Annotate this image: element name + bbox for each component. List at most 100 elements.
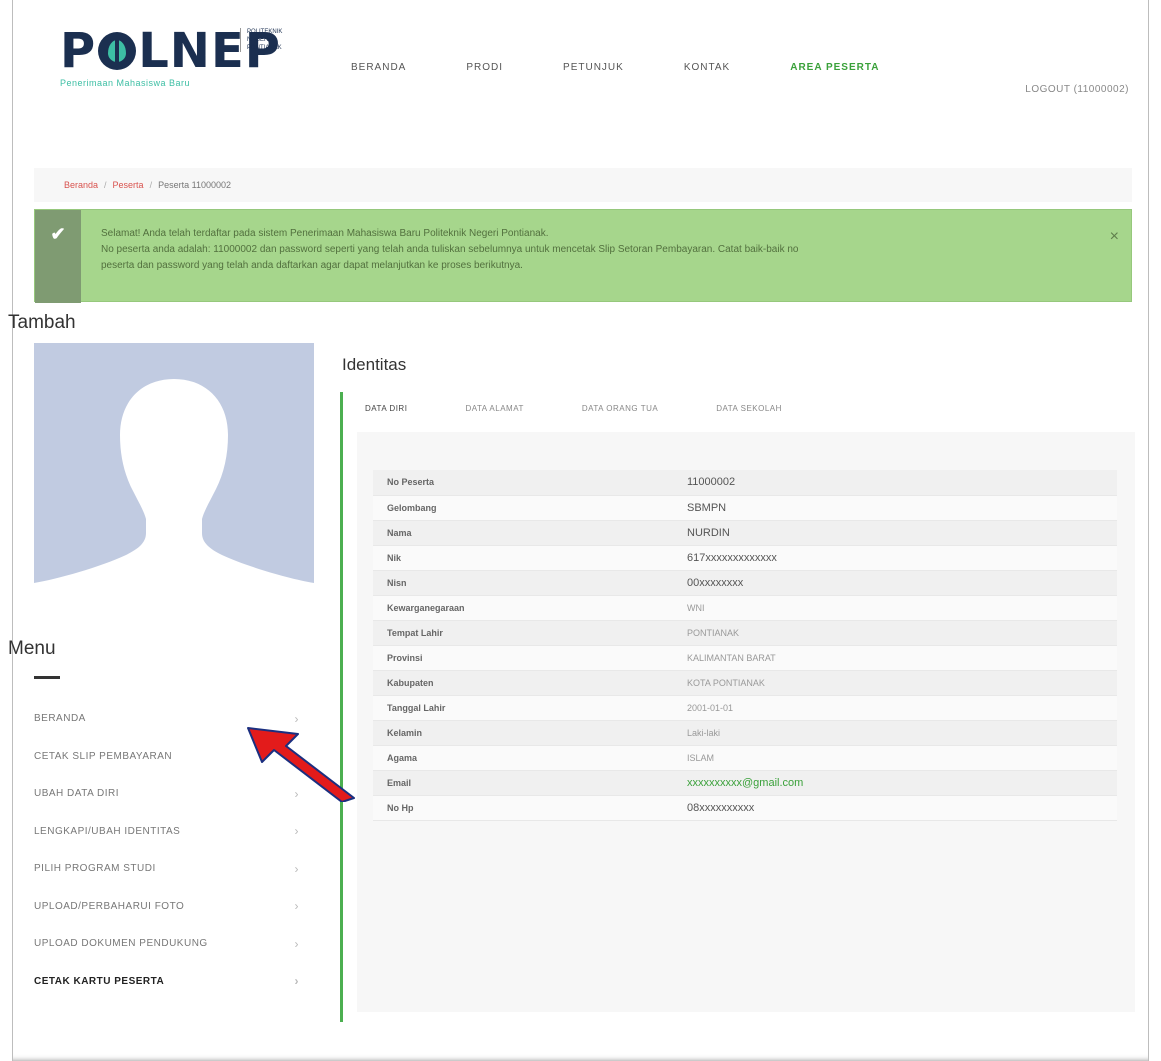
chevron-right-icon: › (294, 974, 299, 989)
row-value: PONTIANAK (675, 620, 1117, 646)
row-value: Laki-laki (675, 720, 1117, 746)
row-value: WNI (675, 595, 1117, 621)
chevron-right-icon: › (294, 899, 299, 914)
top-nav: BERANDA PRODI PETUNJUK KONTAK AREA PESER… (351, 62, 939, 73)
menu-title: Menu (8, 638, 56, 659)
nav-area-peserta[interactable]: AREA PESERTA (790, 62, 879, 73)
tab-data-alamat[interactable]: DATA ALAMAT (465, 404, 523, 421)
row-value: 11000002 (675, 470, 1117, 496)
table-row: Email xxxxxxxxxx@gmail.com (373, 770, 1117, 796)
row-label: Kabupaten (373, 670, 675, 696)
logo-institution: POLITEKNIK NEGERI PONTIANAK (240, 28, 300, 52)
menu-divider (34, 676, 60, 679)
table-row: Tempat Lahir PONTIANAK (373, 620, 1117, 646)
table-row: Nik 617xxxxxxxxxxxxx (373, 545, 1117, 571)
section-title-tambah: Tambah (8, 312, 76, 333)
nav-kontak[interactable]: KONTAK (684, 62, 730, 73)
tab-data-sekolah[interactable]: DATA SEKOLAH (716, 404, 782, 421)
tab-content: No Peserta 11000002 Gelombang SBMPN Nama NU… (357, 432, 1135, 1012)
menu-item-label: CETAK SLIP PEMBAYARAN (34, 750, 173, 762)
row-value: 00xxxxxxxx (675, 570, 1117, 596)
check-icon: ✔ (50, 224, 66, 244)
row-label: Nisn (373, 570, 675, 596)
row-label: Provinsi (373, 645, 675, 671)
success-alert: ✔ Selamat! Anda telah terdaftar pada sis… (34, 209, 1132, 303)
row-label: Tempat Lahir (373, 620, 675, 646)
menu-item-lengkapi-identitas[interactable]: LENGKAPI/UBAH IDENTITAS › (34, 813, 299, 851)
menu-item-upload-dokumen[interactable]: UPLOAD DOKUMEN PENDUKUNG › (34, 925, 299, 963)
alert-line-1: Selamat! Anda telah terdaftar pada siste… (101, 228, 549, 239)
table-row: Kelamin Laki-laki (373, 720, 1117, 746)
breadcrumb: Beranda / Peserta / Peserta 11000002 (34, 168, 1132, 202)
table-row: No Hp 08xxxxxxxxxx (373, 795, 1117, 821)
row-value: NURDIN (675, 520, 1117, 546)
close-icon[interactable]: × (1110, 228, 1119, 246)
alert-line-2: No peserta anda adalah: 11000002 dan pas… (101, 244, 799, 255)
row-label: No Peserta (373, 470, 675, 496)
row-value: 2001-01-01 (675, 695, 1117, 721)
table-row: Kabupaten KOTA PONTIANAK (373, 670, 1117, 696)
row-label: Tanggal Lahir (373, 695, 675, 721)
row-label: Kelamin (373, 720, 675, 746)
table-row: Agama ISLAM (373, 745, 1117, 771)
tab-data-orang-tua[interactable]: DATA ORANG TUA (582, 404, 658, 421)
menu-item-label: LENGKAPI/UBAH IDENTITAS (34, 825, 181, 837)
menu-item-label: CETAK KARTU PESERTA (34, 975, 165, 987)
breadcrumb-separator: / (149, 180, 153, 190)
table-row: Provinsi KALIMANTAN BARAT (373, 645, 1117, 671)
table-row: Nisn 00xxxxxxxx (373, 570, 1117, 596)
row-value: xxxxxxxxxx@gmail.com (675, 770, 1117, 796)
avatar (34, 343, 314, 599)
menu-item-label: BERANDA (34, 713, 86, 725)
menu-item-label: UPLOAD/PERBAHARUI FOTO (34, 900, 185, 912)
row-label: Nik (373, 545, 675, 571)
identitas-title: Identitas (342, 355, 407, 374)
alert-icon-box: ✔ (35, 210, 81, 303)
menu-item-cetak-kartu[interactable]: CETAK KARTU PESERTA › (34, 963, 299, 1001)
breadcrumb-peserta[interactable]: Peserta (113, 180, 144, 190)
alert-line-3: peserta dan password yang telah anda daf… (101, 260, 523, 271)
tab-data-diri[interactable]: DATA DIRI (365, 404, 407, 421)
table-row: Kewarganegaraan WNI (373, 595, 1117, 621)
row-value: ISLAM (675, 745, 1117, 771)
row-label: Nama (373, 520, 675, 546)
chevron-right-icon: › (294, 824, 299, 839)
nav-beranda[interactable]: BERANDA (351, 62, 406, 73)
row-label: Email (373, 770, 675, 796)
table-row: Tanggal Lahir 2001-01-01 (373, 695, 1117, 721)
logo-tagline: Penerimaan Mahasiswa Baru (60, 78, 191, 88)
logout-link[interactable]: LOGOUT (11000002) (1025, 84, 1129, 95)
identitas-tabs: DATA DIRI DATA ALAMAT DATA ORANG TUA DAT… (365, 404, 840, 421)
red-arrow-annotation-icon (247, 727, 355, 802)
table-row: Nama NURDIN (373, 520, 1117, 546)
row-value: 617xxxxxxxxxxxxx (675, 545, 1117, 571)
alert-message: Selamat! Anda telah terdaftar pada siste… (101, 226, 1101, 274)
logo-emblem-icon (98, 32, 137, 70)
row-label: No Hp (373, 795, 675, 821)
menu-item-label: UBAH DATA DIRI (34, 788, 119, 800)
row-value: KOTA PONTIANAK (675, 670, 1117, 696)
menu-item-label: UPLOAD DOKUMEN PENDUKUNG (34, 938, 208, 950)
nav-petunjuk[interactable]: PETUNJUK (563, 62, 624, 73)
breadcrumb-separator: / (104, 180, 107, 190)
table-row: Gelombang SBMPN (373, 495, 1117, 521)
row-value: KALIMANTAN BARAT (675, 645, 1117, 671)
chevron-right-icon: › (294, 936, 299, 951)
identitas-table: No Peserta 11000002 Gelombang SBMPN Nama NU… (373, 470, 1117, 821)
row-value: 08xxxxxxxxxx (675, 795, 1117, 821)
menu-item-pilih-prodi[interactable]: PILIH PROGRAM STUDI › (34, 850, 299, 888)
breadcrumb-current: Peserta 11000002 (158, 180, 231, 190)
row-label: Kewarganegaraan (373, 595, 675, 621)
menu-item-label: PILIH PROGRAM STUDI (34, 863, 156, 875)
breadcrumb-beranda[interactable]: Beranda (64, 180, 98, 190)
nav-prodi[interactable]: PRODI (466, 62, 503, 73)
row-value: SBMPN (675, 495, 1117, 521)
table-row: No Peserta 11000002 (373, 470, 1117, 496)
menu-item-upload-foto[interactable]: UPLOAD/PERBAHARUI FOTO › (34, 888, 299, 926)
row-label: Gelombang (373, 495, 675, 521)
chevron-right-icon: › (294, 861, 299, 876)
row-label: Agama (373, 745, 675, 771)
polnep-logo[interactable]: P LNEP Penerimaan Mahasiswa Baru POLITEK… (60, 26, 320, 96)
user-silhouette-icon (34, 379, 314, 599)
identitas-panel: DATA DIRI DATA ALAMAT DATA ORANG TUA DAT… (340, 392, 1135, 1022)
